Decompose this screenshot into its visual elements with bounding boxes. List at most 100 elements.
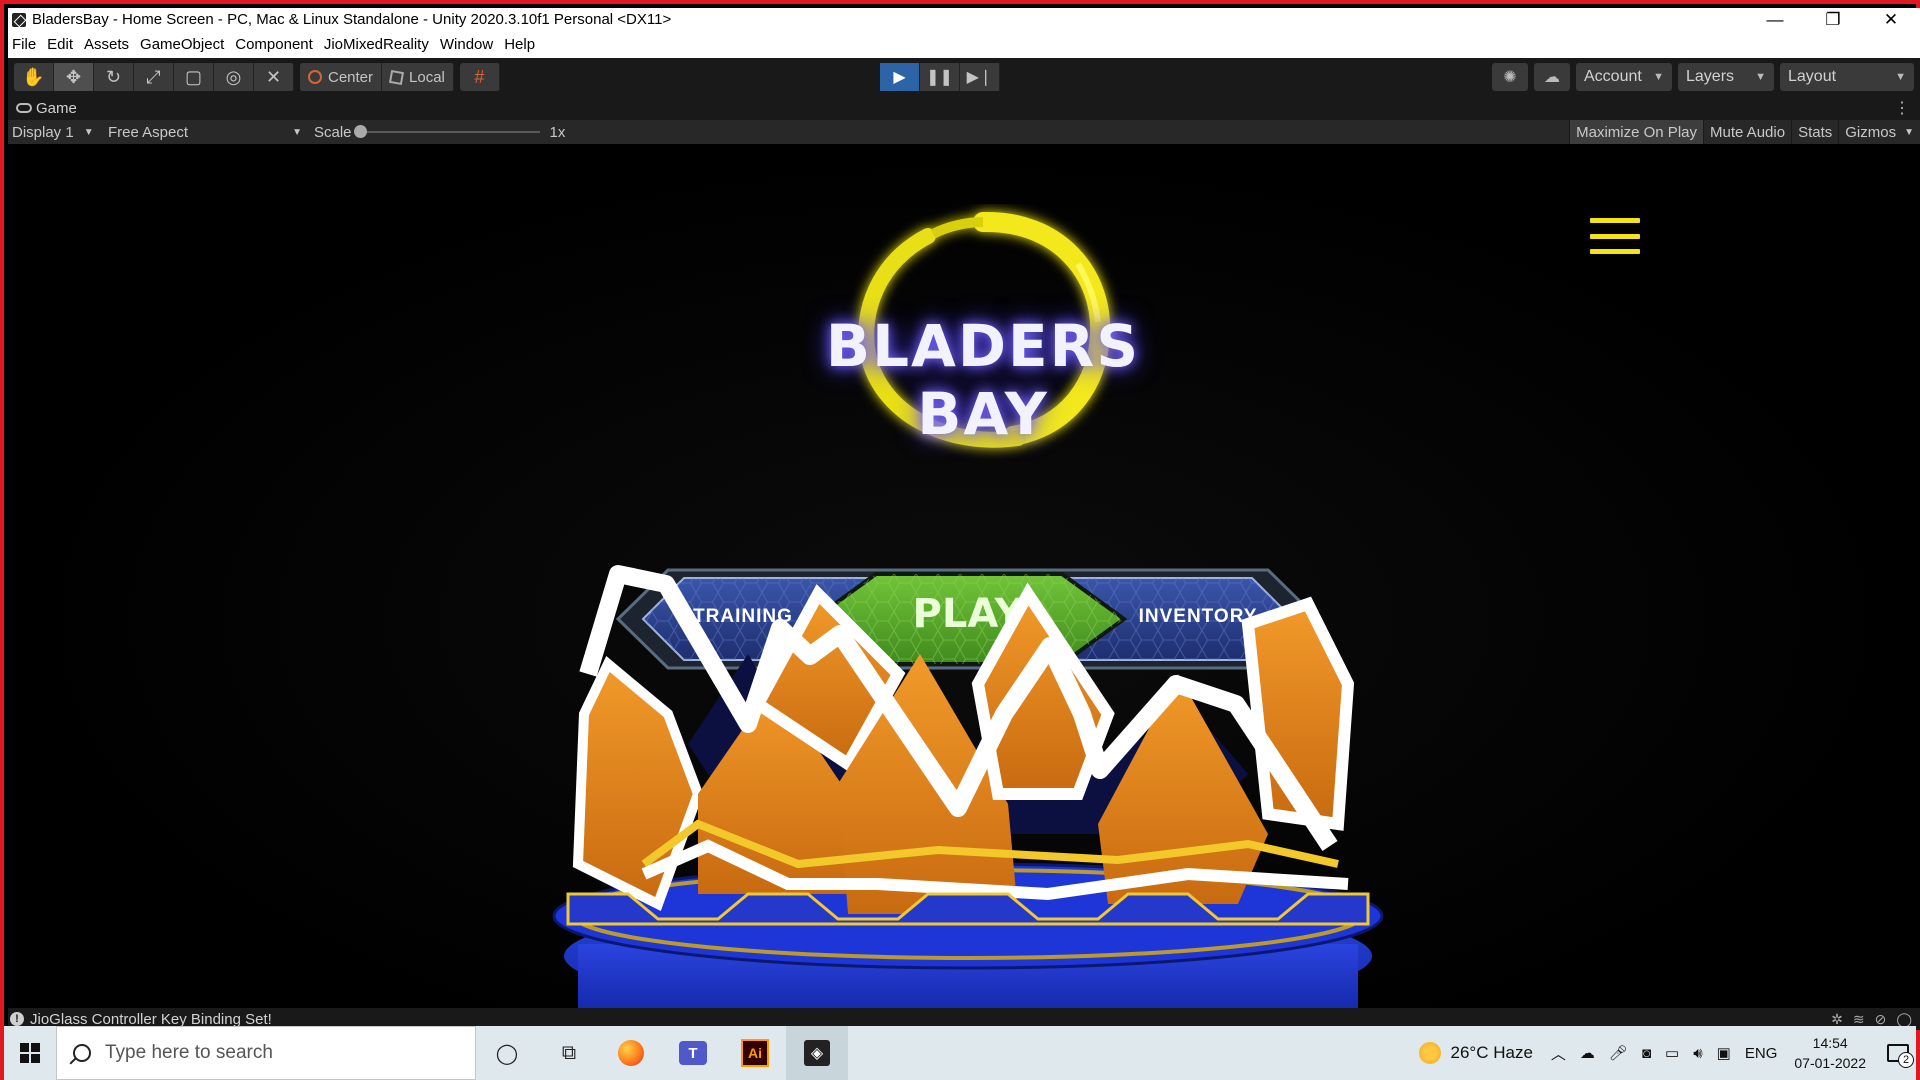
account-label: Account <box>1584 68 1642 85</box>
unity-window: BladersBay - Home Screen - PC, Mac & Lin… <box>0 0 1920 1080</box>
menu-jiomixedreality[interactable]: JioMixedReality <box>320 36 436 53</box>
layout-dropdown[interactable]: Layout ▼ <box>1780 63 1914 91</box>
gizmos-label: Gizmos <box>1845 123 1897 141</box>
pivot-group: Center Local <box>300 63 454 91</box>
info-icon: ! <box>10 1012 24 1026</box>
unity-app[interactable]: ◈ <box>786 1026 848 1080</box>
play-button[interactable]: ▶ <box>880 63 920 91</box>
menu-file[interactable]: File <box>8 36 43 53</box>
menu-edit[interactable]: Edit <box>43 36 80 53</box>
mute-audio-toggle[interactable]: Mute Audio <box>1703 120 1791 144</box>
menu-icon-line <box>1590 249 1640 254</box>
display-dropdown[interactable]: Display 1 ▼ <box>8 120 104 144</box>
window-title: BladersBay - Home Screen - PC, Mac & Lin… <box>32 11 672 28</box>
webcam-icon[interactable]: ◙ <box>1642 1045 1651 1062</box>
scale-slider-handle[interactable] <box>353 125 367 138</box>
logo-title: BLADERS BAY <box>825 312 1141 448</box>
chevron-down-icon: ▼ <box>292 126 302 138</box>
language-indicator[interactable]: ENG <box>1745 1045 1778 1062</box>
auto-generate-icon[interactable]: ⊘ <box>1875 1011 1887 1028</box>
play-controls: ▶ ❚❚ ▶❘ <box>880 63 1000 91</box>
menu-icon[interactable] <box>1590 218 1640 254</box>
close-button[interactable]: ✕ <box>1862 8 1920 31</box>
step-button[interactable]: ▶❘ <box>960 63 1000 91</box>
layers-label: Layers <box>1686 68 1735 85</box>
more-options-icon[interactable]: ⋮ <box>1894 98 1910 118</box>
account-dropdown[interactable]: Account ▼ <box>1576 63 1672 91</box>
network-icon[interactable]: ▣ <box>1717 1044 1731 1062</box>
search-icon <box>73 1044 91 1062</box>
toolbar-right: ✺ ☁ Account ▼ Layers ▼ Layout ▼ <box>1492 63 1914 91</box>
scale-label: Scale <box>314 123 352 141</box>
game-view: BLADERS BAY TRAINING PLAY INVENTORY <box>8 144 1920 1008</box>
chevron-down-icon: ▼ <box>1653 71 1664 83</box>
unity-app-icon <box>12 12 26 27</box>
check-circle-icon[interactable]: ◯ <box>1896 1011 1912 1028</box>
cloud-icon[interactable]: ☁ <box>1534 63 1570 91</box>
menu-help[interactable]: Help <box>500 36 542 53</box>
chevron-down-icon: ▼ <box>1755 71 1766 83</box>
aspect-dropdown[interactable]: Free Aspect ▼ <box>104 120 306 144</box>
menu-component[interactable]: Component <box>231 36 320 53</box>
notification-count: 2 <box>1898 1052 1914 1068</box>
battery-icon[interactable]: ▭ <box>1665 1044 1679 1062</box>
menu-window[interactable]: Window <box>436 36 500 53</box>
layers-dropdown[interactable]: Layers ▼ <box>1678 63 1774 91</box>
layers-stack-icon[interactable]: ≋ <box>1853 1011 1865 1028</box>
chevron-down-icon: ▼ <box>1895 71 1906 83</box>
unity-icon: ◈ <box>804 1040 830 1066</box>
tab-game[interactable]: Game <box>36 100 77 117</box>
stats-toggle[interactable]: Stats <box>1791 120 1838 144</box>
teams-app[interactable]: T <box>662 1026 724 1080</box>
custom-tool-icon[interactable]: ✕ <box>254 63 294 91</box>
rotate-tool-icon[interactable]: ↻ <box>94 63 134 91</box>
pause-button[interactable]: ❚❚ <box>920 63 960 91</box>
firefox-app[interactable] <box>600 1026 662 1080</box>
restore-button[interactable]: ❐ <box>1804 8 1862 31</box>
hand-tool-icon[interactable]: ✋ <box>14 63 54 91</box>
minimize-button[interactable]: — <box>1746 8 1804 31</box>
scale-slider[interactable] <box>353 125 540 138</box>
transform-tool-icon[interactable]: ◎ <box>214 63 254 91</box>
rect-tool-icon[interactable]: ▢ <box>174 63 214 91</box>
windows-taskbar: Type here to search ◯ ⧉ T Ai ◈ 26°C Haze… <box>4 1026 1916 1080</box>
cube-icon <box>389 69 405 85</box>
onedrive-icon[interactable]: ☁ <box>1580 1044 1595 1062</box>
cortana-icon[interactable]: ◯ <box>476 1026 538 1080</box>
illustrator-icon: Ai <box>741 1039 769 1067</box>
maximize-on-play-toggle[interactable]: Maximize On Play <box>1569 120 1703 144</box>
system-tray: 26°C Haze ︿ ☁ 🎤︎ ◙ ▭ 🔊︎ ▣ ENG 14:54 07-0… <box>1418 1026 1917 1080</box>
volume-icon[interactable]: 🔊︎ <box>1693 1045 1702 1062</box>
chevron-up-icon[interactable]: ︿ <box>1551 1043 1566 1064</box>
grid-snap-group: # <box>459 63 500 91</box>
illustrator-app[interactable]: Ai <box>724 1026 786 1080</box>
taskbar-search[interactable]: Type here to search <box>56 1026 476 1080</box>
scale-value: 1x <box>549 123 566 141</box>
bug-icon[interactable]: ✲ <box>1831 1011 1843 1028</box>
scale-tool-icon[interactable]: ⤢ <box>134 63 174 91</box>
game-tab-bar: Game ⋮ <box>8 96 1920 120</box>
pivot-toggle[interactable]: Center <box>300 63 383 91</box>
clock[interactable]: 14:54 07-01-2022 <box>1794 1033 1866 1073</box>
start-button[interactable] <box>4 1026 56 1080</box>
transform-tools: ✋ ✥ ↻ ⤢ ▢ ◎ ✕ <box>14 63 294 91</box>
gamepad-icon <box>16 103 32 113</box>
gizmos-toggle[interactable]: Gizmos ▼ <box>1838 120 1920 144</box>
microphone-icon[interactable]: 🎤︎ <box>1609 1044 1628 1062</box>
weather-text[interactable]: 26°C Haze <box>1451 1043 1533 1063</box>
status-message[interactable]: JioGlass Controller Key Binding Set! <box>30 1011 272 1028</box>
task-view-icon[interactable]: ⧉ <box>538 1026 600 1080</box>
menu-assets[interactable]: Assets <box>80 36 136 53</box>
search-placeholder: Type here to search <box>105 1042 273 1063</box>
firefox-icon <box>618 1040 644 1066</box>
menu-icon-line <box>1590 233 1640 239</box>
move-tool-icon[interactable]: ✥ <box>54 63 94 91</box>
weather-icon <box>1418 1042 1441 1064</box>
menu-gameobject[interactable]: GameObject <box>136 36 231 53</box>
collab-icon[interactable]: ✺ <box>1492 63 1528 91</box>
game-logo: BLADERS BAY <box>768 204 1198 464</box>
notification-center[interactable]: 2 <box>1880 1038 1916 1068</box>
chevron-down-icon: ▼ <box>83 126 94 138</box>
space-toggle[interactable]: Local <box>382 63 454 91</box>
grid-snap-icon[interactable]: # <box>460 63 500 91</box>
